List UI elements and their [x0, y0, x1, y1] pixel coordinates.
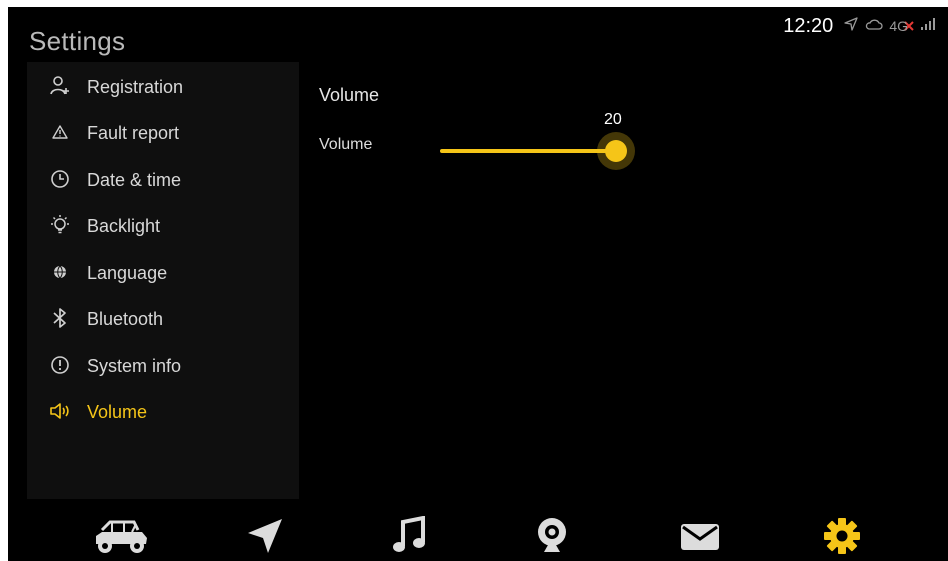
nav-vehicle-button[interactable] [90, 516, 152, 560]
sidebar-item-registration[interactable]: Registration [27, 66, 299, 106]
volume-value: 20 [604, 111, 622, 128]
sidebar-item-language[interactable]: Language [27, 252, 299, 292]
signal-icon [920, 17, 938, 36]
sidebar-item-backlight[interactable]: Backlight [27, 205, 299, 245]
vehicle-icon [92, 516, 150, 561]
sidebar-item-label: Backlight [87, 216, 161, 236]
cloud-icon [865, 17, 883, 36]
sidebar-item-system-info[interactable]: System info [27, 345, 299, 385]
music-icon [392, 515, 426, 561]
volume-slider-thumb[interactable] [605, 140, 627, 162]
sidebar-item-volume[interactable]: Volume [27, 391, 299, 431]
section-heading: Volume [319, 85, 380, 105]
location-icon [843, 16, 859, 37]
sidebar-item-label: Registration [87, 77, 184, 97]
settings-sidebar: Registration Fault report Date & time Ba… [27, 62, 299, 499]
network-type: 4G [889, 18, 908, 34]
mail-icon [680, 521, 720, 556]
sidebar-item-label: Date & time [87, 170, 182, 190]
nav-settings-button[interactable] [820, 516, 864, 560]
person-add-icon [49, 75, 71, 97]
bottom-nav-bar [8, 510, 948, 561]
nav-camera-button[interactable] [534, 516, 570, 560]
nav-mail-button[interactable] [678, 516, 722, 560]
bluetooth-icon [49, 307, 71, 329]
clock: 12:20 [783, 14, 834, 37]
screen: Settings 12:20 4G Registration Fault rep… [8, 7, 948, 561]
warning-icon [49, 121, 71, 143]
sidebar-item-label: Bluetooth [87, 309, 164, 329]
volume-slider-track[interactable] [440, 149, 616, 153]
info-icon [49, 354, 71, 376]
sidebar-item-label: Fault report [87, 123, 180, 143]
sidebar-item-fault-report[interactable]: Fault report [27, 112, 299, 152]
nav-music-button[interactable] [389, 515, 429, 561]
clock-icon [49, 168, 71, 190]
sidebar-item-label: System info [87, 356, 182, 376]
navigation-icon [246, 517, 284, 560]
speaker-icon [49, 400, 71, 422]
sidebar-item-label: Language [87, 263, 168, 283]
sidebar-item-date-time[interactable]: Date & time [27, 159, 299, 199]
page-title: Settings [29, 26, 126, 56]
sidebar-item-label: Volume [87, 402, 148, 422]
camera-icon [536, 516, 568, 561]
sidebar-item-bluetooth[interactable]: Bluetooth [27, 298, 299, 338]
volume-setting-label: Volume [319, 136, 373, 153]
lightbulb-icon [49, 214, 71, 236]
settings-gear-icon [822, 516, 862, 561]
status-bar: 12:20 4G [783, 13, 938, 39]
globe-icon [49, 261, 71, 283]
nav-navigation-button[interactable] [244, 516, 286, 560]
